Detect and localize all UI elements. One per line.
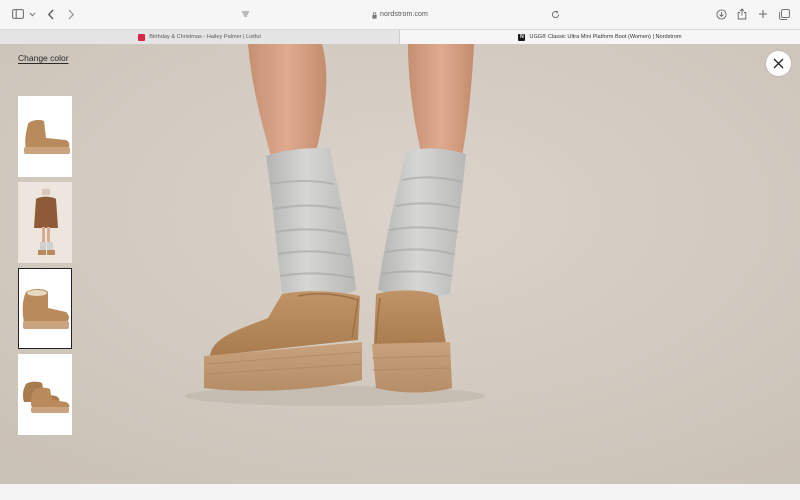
product-image-viewer: Change color — [0, 44, 800, 484]
url-text: nordstrom.com — [380, 11, 428, 18]
reload-icon[interactable] — [548, 6, 562, 22]
nordstrom-favicon-icon: N — [518, 33, 526, 41]
forward-arrow-icon[interactable] — [64, 6, 78, 22]
bottom-page-strip — [0, 484, 800, 500]
thumbnail-model-full-body[interactable] — [18, 182, 72, 263]
chevron-down-icon[interactable] — [27, 6, 37, 22]
thumbnail-angled-view[interactable] — [18, 268, 72, 349]
listful-favicon-icon — [138, 33, 146, 41]
close-viewer-button[interactable] — [766, 51, 791, 76]
browser-toolbar: nordstrom.com — [0, 0, 800, 29]
lock-icon — [372, 6, 377, 24]
main-product-photo — [0, 44, 800, 484]
close-icon — [773, 58, 784, 69]
change-color-link[interactable]: Change color — [18, 53, 69, 63]
thumbnail-pair-view[interactable] — [18, 354, 72, 435]
tab-title: UGG® Classic Ultra Mini Platform Boot (W… — [529, 34, 682, 40]
download-icon[interactable] — [714, 6, 728, 22]
tab-title: Birthday & Christmas - Hailey Palmer | L… — [149, 34, 261, 40]
tab-bar: Birthday & Christmas - Hailey Palmer | L… — [0, 29, 800, 44]
back-arrow-icon[interactable] — [44, 6, 58, 22]
new-tab-plus-icon[interactable] — [756, 6, 770, 22]
tab-nordstrom[interactable]: N UGG® Classic Ultra Mini Platform Boot … — [400, 30, 800, 44]
address-bar[interactable]: nordstrom.com — [232, 5, 568, 24]
thumbnail-side-view[interactable] — [18, 96, 72, 177]
tab-listful[interactable]: Birthday & Christmas - Hailey Palmer | L… — [0, 30, 400, 44]
share-icon[interactable] — [735, 6, 749, 22]
sidebar-icon[interactable] — [10, 6, 26, 22]
tab-overview-icon[interactable] — [777, 6, 791, 22]
